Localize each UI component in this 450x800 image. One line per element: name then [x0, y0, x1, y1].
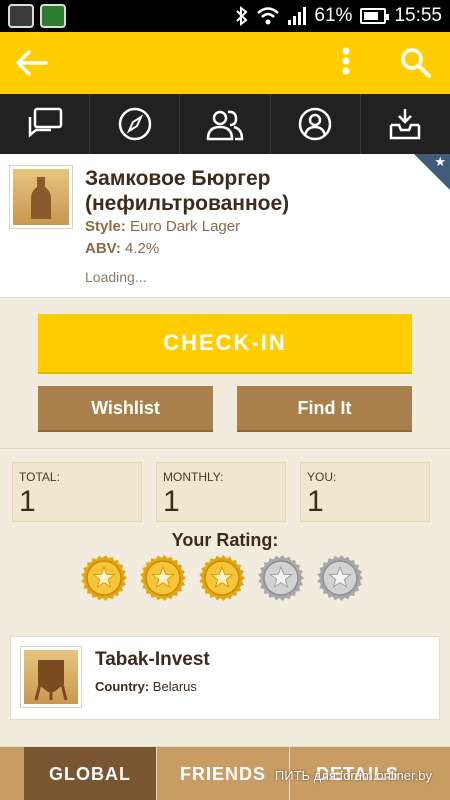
profile-icon	[298, 107, 332, 141]
beer-name: Замковое Бюргер (нефильтрованное)	[85, 167, 290, 215]
bottle-icon	[31, 177, 51, 219]
stat-total: TOTAL: 1	[12, 462, 142, 522]
bluetooth-icon	[236, 6, 248, 26]
rating-cap-filled[interactable]	[139, 554, 187, 602]
stat-label: MONTHLY:	[163, 470, 224, 484]
stat-label: YOU:	[307, 470, 337, 484]
stat-label: TOTAL:	[19, 470, 60, 484]
tab-inbox[interactable]	[361, 94, 450, 154]
wishlist-button[interactable]: Wishlist	[38, 386, 213, 432]
tab-global[interactable]: GLOBAL	[24, 747, 156, 800]
rating-caps[interactable]	[80, 554, 364, 602]
tab-activity[interactable]	[0, 94, 91, 154]
signal-icon	[288, 7, 307, 25]
tab-friends-list[interactable]: FRIENDS	[157, 747, 289, 800]
loading-text: Loading...	[85, 269, 147, 285]
find-it-button[interactable]: Find It	[237, 386, 412, 432]
back-arrow-icon[interactable]	[12, 44, 50, 82]
country-label: Country:	[95, 679, 150, 694]
friends-icon	[206, 110, 244, 141]
style-value: Euro Dark Lager	[130, 218, 241, 235]
rating-cap-filled[interactable]	[80, 554, 128, 602]
status-bar: 61% 15:55	[0, 0, 450, 32]
stat-you: YOU: 1	[300, 462, 430, 522]
brewery-country: Country: Belarus	[95, 679, 197, 694]
stat-value: 1	[307, 485, 324, 518]
app-bar	[0, 32, 450, 94]
brewery-name: Tabak-Invest	[95, 649, 210, 670]
checkin-button[interactable]: CHECK-IN	[38, 314, 412, 374]
stat-value: 1	[163, 485, 180, 518]
inbox-download-icon	[390, 109, 421, 140]
country-value: Belarus	[152, 679, 197, 694]
brewery-card[interactable]: Tabak-Invest Country: Belarus	[10, 636, 440, 720]
rating-cap-filled[interactable]	[198, 554, 246, 602]
beer-bottle-image	[10, 166, 72, 228]
main-nav	[0, 94, 450, 154]
chat-bubbles-icon	[28, 107, 62, 138]
battery-percent: 61%	[314, 5, 353, 26]
star-icon: ★	[434, 154, 446, 169]
rating-cap-empty[interactable]	[316, 554, 364, 602]
battery-icon	[360, 8, 390, 24]
wifi-icon	[257, 7, 280, 25]
tab-discover[interactable]	[90, 94, 181, 154]
stat-monthly: MONTHLY: 1	[156, 462, 286, 522]
compass-icon	[118, 107, 152, 141]
solitaire-app-icon	[40, 4, 66, 28]
beer-style: Style: Euro Dark Lager	[85, 218, 240, 235]
brewery-tank-icon	[34, 660, 68, 701]
watermark: ПИТЬ для forum.onliner.by	[274, 768, 432, 783]
beer-abv: ABV: 4.2%	[85, 240, 159, 257]
abv-value: 4.2%	[125, 240, 160, 257]
abv-label: ABV:	[85, 240, 121, 257]
rating-cap-empty[interactable]	[257, 554, 305, 602]
overflow-menu-icon[interactable]	[332, 44, 360, 82]
tab-profile[interactable]	[271, 94, 361, 154]
brewery-image	[21, 647, 81, 707]
stat-value: 1	[19, 485, 36, 518]
style-label: Style:	[85, 218, 126, 235]
beer-card: Замковое Бюргер (нефильтрованное) Style:…	[0, 154, 450, 298]
clock: 15:55	[394, 5, 442, 26]
divider	[0, 448, 450, 449]
tab-friends[interactable]	[180, 94, 271, 154]
notification-app-icon	[8, 4, 34, 28]
rating-title: Your Rating:	[171, 530, 279, 550]
search-icon[interactable]	[396, 44, 436, 82]
